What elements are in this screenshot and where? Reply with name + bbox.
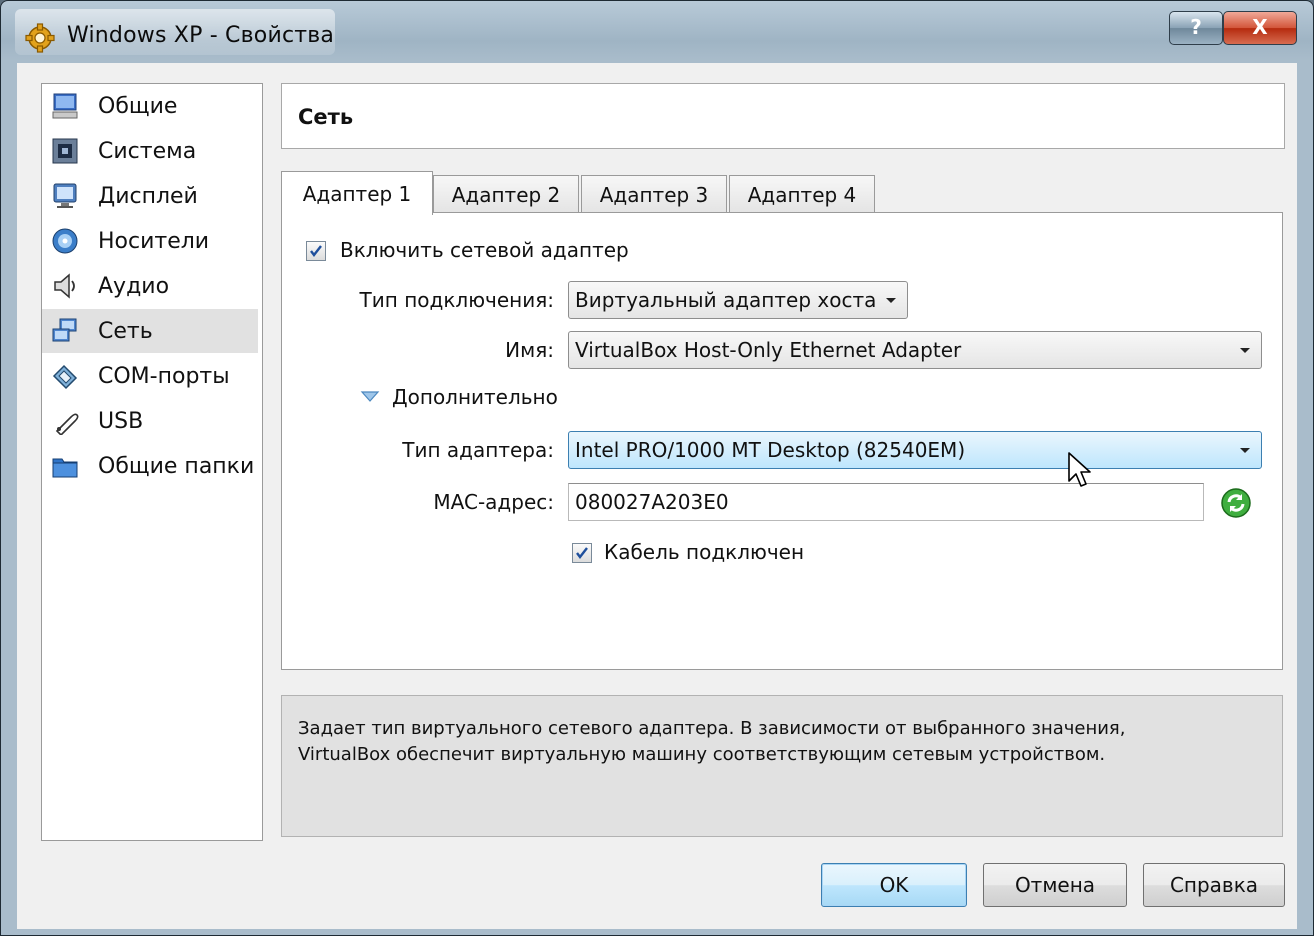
title-bar[interactable]: Windows XP - Свойства ? X: [1, 1, 1313, 63]
tab-adapter-4[interactable]: Адаптер 4: [729, 175, 875, 213]
sidebar-item-label: USB: [98, 408, 144, 434]
attached-to-label-wrap: Тип подключения:: [282, 285, 554, 315]
display-icon: [50, 181, 80, 211]
usb-icon: [50, 406, 80, 436]
help-title-button[interactable]: ?: [1169, 11, 1223, 45]
network-icon: [50, 316, 80, 346]
cancel-button[interactable]: Отмена: [983, 863, 1127, 907]
settings-gear-icon: [25, 23, 55, 53]
advanced-toggle[interactable]: Дополнительно: [360, 385, 558, 409]
system-icon: [50, 136, 80, 166]
refresh-icon: [1221, 488, 1251, 518]
sidebar-item-label: COM-порты: [98, 363, 230, 389]
cable-connected-checkbox[interactable]: [572, 543, 592, 563]
refresh-mac-button[interactable]: [1220, 487, 1252, 519]
com-ports-icon: [50, 361, 80, 391]
triangle-down-icon: [360, 391, 380, 402]
attached-to-value: Виртуальный адаптер хоста: [575, 288, 877, 312]
tab-adapter-1[interactable]: Адаптер 1: [281, 171, 433, 215]
name-label: Имя:: [505, 338, 554, 362]
settings-sidebar: Общие Система Дисплей Носители Аудио Сет…: [41, 83, 263, 841]
sidebar-item-label: Сеть: [98, 318, 153, 344]
description-line-1: Задает тип виртуального сетевого адаптер…: [298, 718, 1126, 739]
checkmark-icon: [310, 245, 322, 257]
attached-to-select[interactable]: Виртуальный адаптер хоста: [568, 281, 908, 319]
section-header: Сеть: [281, 83, 1285, 149]
close-button[interactable]: X: [1223, 11, 1297, 45]
sidebar-item-label: Дисплей: [98, 183, 198, 209]
chevron-down-icon: [1240, 348, 1250, 353]
sidebar-item-label: Аудио: [98, 273, 170, 299]
adapter-panel: Включить сетевой адаптер Тип подключения…: [281, 212, 1283, 670]
sidebar-item-network[interactable]: Сеть: [42, 309, 258, 353]
storage-icon: [50, 226, 80, 256]
general-icon: [50, 91, 80, 121]
page-title: Сеть: [298, 105, 354, 129]
description-text: Задает тип виртуального сетевого адаптер…: [298, 716, 1258, 768]
tab-adapter-2[interactable]: Адаптер 2: [433, 175, 579, 213]
adapter-name-value: VirtualBox Host-Only Ethernet Adapter: [575, 338, 962, 362]
sidebar-item-storage[interactable]: Носители: [42, 219, 258, 263]
window-title: Windows XP - Свойства: [67, 23, 335, 48]
sidebar-item-audio[interactable]: Аудио: [42, 264, 258, 308]
sidebar-item-label: Общие: [98, 93, 178, 119]
sidebar-item-system[interactable]: Система: [42, 129, 258, 173]
adapter-type-value: Intel PRO/1000 MT Desktop (82540EM): [575, 438, 966, 462]
audio-icon: [50, 271, 80, 301]
chevron-down-icon: [886, 298, 896, 303]
sidebar-item-label: Общие папки: [98, 453, 255, 479]
description-panel: Задает тип виртуального сетевого адаптер…: [281, 695, 1283, 837]
name-label-wrap: Имя:: [282, 335, 554, 365]
description-line-2: VirtualBox обеспечит виртуальную машину …: [298, 744, 1106, 765]
enable-adapter-label: Включить сетевой адаптер: [340, 238, 629, 262]
sidebar-item-general[interactable]: Общие: [42, 84, 258, 128]
sidebar-item-shared-folders[interactable]: Общие папки: [42, 444, 258, 488]
dialog-client: Общие Система Дисплей Носители Аудио Сет…: [17, 63, 1297, 929]
adapter-type-select[interactable]: Intel PRO/1000 MT Desktop (82540EM): [568, 431, 1262, 469]
advanced-label: Дополнительно: [392, 385, 558, 409]
mouse-cursor-icon: [1068, 452, 1091, 487]
checkmark-icon: [576, 547, 588, 559]
shared-folders-icon: [50, 451, 80, 481]
sidebar-item-label: Носители: [98, 228, 210, 254]
adapter-name-select[interactable]: VirtualBox Host-Only Ethernet Adapter: [568, 331, 1262, 369]
sidebar-item-label: Система: [98, 138, 197, 164]
chevron-down-icon: [1240, 448, 1250, 453]
sidebar-item-display[interactable]: Дисплей: [42, 174, 258, 218]
adapter-type-label-wrap: Тип адаптера:: [282, 435, 554, 465]
tab-adapter-3[interactable]: Адаптер 3: [581, 175, 727, 213]
sidebar-item-com-ports[interactable]: COM-порты: [42, 354, 258, 398]
mac-address-label: MAC-адрес:: [433, 490, 554, 514]
help-button[interactable]: Справка: [1143, 863, 1285, 907]
ok-button[interactable]: OK: [821, 863, 967, 907]
mac-address-input[interactable]: 080027A203E0: [568, 483, 1204, 521]
mac-address-value: 080027A203E0: [575, 490, 729, 514]
cable-connected-label: Кабель подключен: [604, 540, 805, 564]
adapter-type-label: Тип адаптера:: [402, 438, 554, 462]
dialog-window: Windows XP - Свойства ? X Общие Система: [0, 0, 1314, 936]
mac-label-wrap: MAC-адрес:: [282, 487, 554, 517]
sidebar-item-usb[interactable]: USB: [42, 399, 258, 443]
attached-to-label: Тип подключения:: [359, 288, 554, 312]
enable-adapter-checkbox[interactable]: [306, 241, 326, 261]
